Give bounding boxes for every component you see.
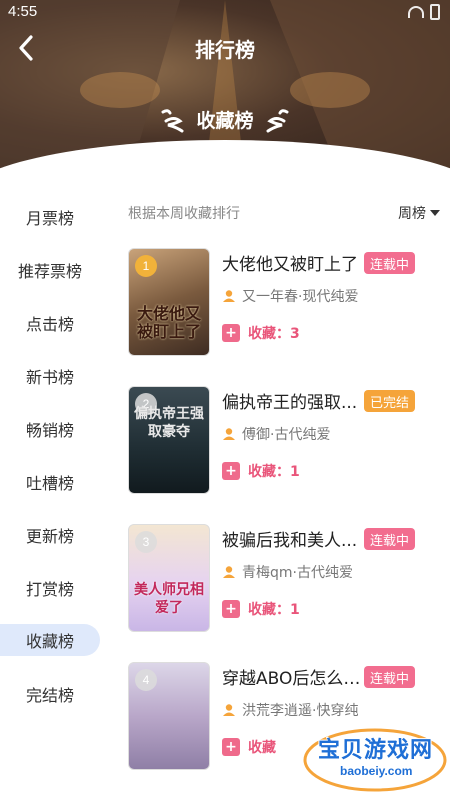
watermark-text: 宝贝游戏网	[318, 738, 434, 763]
period-dropdown[interactable]: 周榜	[398, 203, 440, 223]
favorite-count: + 收藏	[222, 737, 276, 757]
cover-title: 大佬他又被盯上了	[136, 304, 201, 341]
sidebar-item-monthly[interactable]: 月票榜	[0, 190, 100, 243]
author-text: 洪荒李逍遥·快穿纯	[242, 703, 359, 719]
favorite-text: 收藏：1	[248, 602, 300, 618]
book-cover[interactable]: 1 大佬他又被盯上了	[128, 248, 210, 356]
user-icon	[223, 428, 235, 440]
book-title[interactable]: 大佬他又被盯上了	[222, 250, 372, 275]
caret-down-icon	[430, 210, 440, 216]
book-author: 又一年春·现代纯爱	[222, 286, 358, 306]
sidebar-item-comments[interactable]: 吐槽榜	[0, 455, 100, 508]
book-author: 洪荒李逍遥·快穿纯	[222, 700, 358, 720]
book-author: 傅御·古代纯爱	[222, 424, 330, 444]
author-text: 又一年春·现代纯爱	[242, 289, 359, 305]
favorite-text: 收藏	[248, 740, 276, 756]
book-item[interactable]: 2 偏执帝王强取豪夺 偏执帝王的强取... 已完结 傅御·古代纯爱 + 收藏：1	[128, 386, 440, 496]
user-icon	[223, 704, 235, 716]
sidebar-item-completed[interactable]: 完结榜	[0, 667, 100, 720]
favorite-text: 收藏：3	[248, 326, 300, 342]
list-caption: 根据本周收藏排行	[128, 206, 240, 222]
cover-title: 美人师兄相爱了	[134, 582, 204, 616]
page-title: 排行榜	[195, 38, 255, 62]
squiggle-left-icon	[161, 108, 184, 132]
sidebar-item-recommend[interactable]: 推荐票榜	[0, 243, 100, 296]
author-text: 青梅qm·古代纯爱	[242, 565, 353, 581]
period-label: 周榜	[398, 206, 426, 222]
ranking-sidebar: 月票榜 推荐票榜 点击榜 新书榜 畅销榜 吐槽榜 更新榜 打赏榜 收藏榜 完结榜	[0, 190, 100, 720]
sidebar-item-tips[interactable]: 打赏榜	[0, 561, 100, 614]
status-badge: 连载中	[364, 666, 416, 688]
ranking-subtitle: 收藏榜	[0, 106, 450, 133]
book-item[interactable]: 3 美人师兄相爱了 被骗后我和美人... 连载中 青梅qm·古代纯爱 + 收藏：…	[128, 524, 440, 634]
subtitle-label: 收藏榜	[196, 110, 254, 132]
sidebar-item-clicks[interactable]: 点击榜	[0, 296, 100, 349]
status-bar: 4:55	[0, 0, 450, 24]
book-title[interactable]: 穿越ABO后怎么剧...	[222, 664, 372, 689]
user-icon	[223, 290, 235, 302]
ranking-list: 根据本周收藏排行 周榜 1 大佬他又被盯上了 大佬他又被盯上了 连载中 又一年春…	[128, 198, 440, 770]
squiggle-right-icon	[266, 108, 288, 132]
status-badge: 已完结	[364, 390, 416, 412]
battery-icon	[430, 4, 440, 20]
sidebar-item-new[interactable]: 新书榜	[0, 349, 100, 402]
bookmark-plus-icon: +	[222, 600, 240, 618]
list-header: 根据本周收藏排行 周榜	[128, 198, 440, 228]
favorite-count: + 收藏：1	[222, 599, 300, 619]
status-time: 4:55	[8, 3, 38, 20]
cover-title: 偏执帝王强取豪夺	[134, 406, 204, 440]
sidebar-item-favorites[interactable]: 收藏榜	[0, 624, 100, 656]
rank-badge: 1	[135, 255, 157, 277]
rank-badge: 3	[135, 531, 157, 553]
header-banner: 4:55 排行榜 收藏榜	[0, 0, 450, 178]
status-badge: 连载中	[364, 528, 416, 550]
book-title[interactable]: 偏执帝王的强取...	[222, 388, 372, 413]
book-cover[interactable]: 3 美人师兄相爱了	[128, 524, 210, 632]
favorite-count: + 收藏：3	[222, 323, 300, 343]
user-icon	[223, 566, 235, 578]
book-cover[interactable]: 2 偏执帝王强取豪夺	[128, 386, 210, 494]
favorite-count: + 收藏：1	[222, 461, 300, 481]
rank-badge: 4	[135, 669, 157, 691]
site-watermark: 宝贝游戏网 baobeiy.com	[300, 726, 450, 796]
author-text: 傅御·古代纯爱	[242, 427, 331, 443]
wifi-icon	[408, 6, 424, 18]
sidebar-item-bestseller[interactable]: 畅销榜	[0, 402, 100, 455]
bookmark-plus-icon: +	[222, 462, 240, 480]
watermark-url: baobeiy.com	[340, 764, 413, 778]
book-author: 青梅qm·古代纯爱	[222, 562, 353, 582]
favorite-text: 收藏：1	[248, 464, 300, 480]
bookmark-plus-icon: +	[222, 738, 240, 756]
status-badge: 连载中	[364, 252, 416, 274]
book-cover[interactable]: 4	[128, 662, 210, 770]
bookmark-plus-icon: +	[222, 324, 240, 342]
sidebar-item-updates[interactable]: 更新榜	[0, 508, 100, 561]
book-item[interactable]: 1 大佬他又被盯上了 大佬他又被盯上了 连载中 又一年春·现代纯爱 + 收藏：3	[128, 248, 440, 358]
status-icons	[408, 4, 440, 20]
book-title[interactable]: 被骗后我和美人...	[222, 526, 372, 551]
